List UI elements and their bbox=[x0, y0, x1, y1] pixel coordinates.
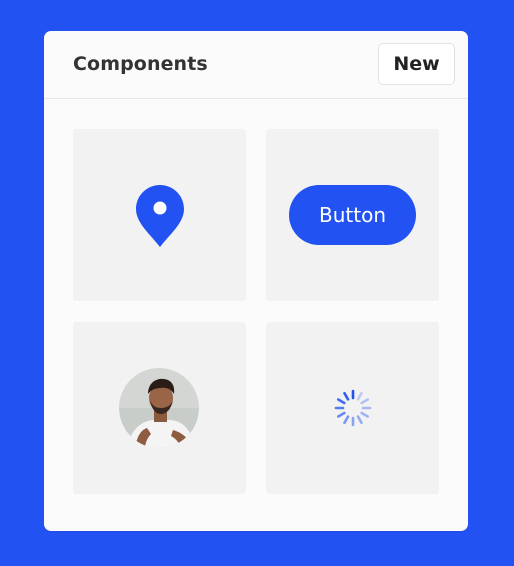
loading-spinner-icon bbox=[334, 389, 372, 427]
component-tile-button[interactable]: Button bbox=[266, 129, 439, 301]
panel-header: Components New bbox=[44, 31, 468, 99]
panel-title: Components bbox=[73, 53, 208, 75]
components-panel: Components New Button bbox=[44, 31, 468, 531]
avatar bbox=[119, 368, 199, 448]
component-tile-spinner[interactable] bbox=[266, 322, 439, 494]
map-pin-icon bbox=[136, 185, 184, 247]
component-tile-location[interactable] bbox=[73, 129, 246, 301]
sample-button[interactable]: Button bbox=[289, 185, 416, 245]
component-tile-avatar[interactable] bbox=[73, 322, 246, 494]
new-button[interactable]: New bbox=[378, 43, 455, 85]
